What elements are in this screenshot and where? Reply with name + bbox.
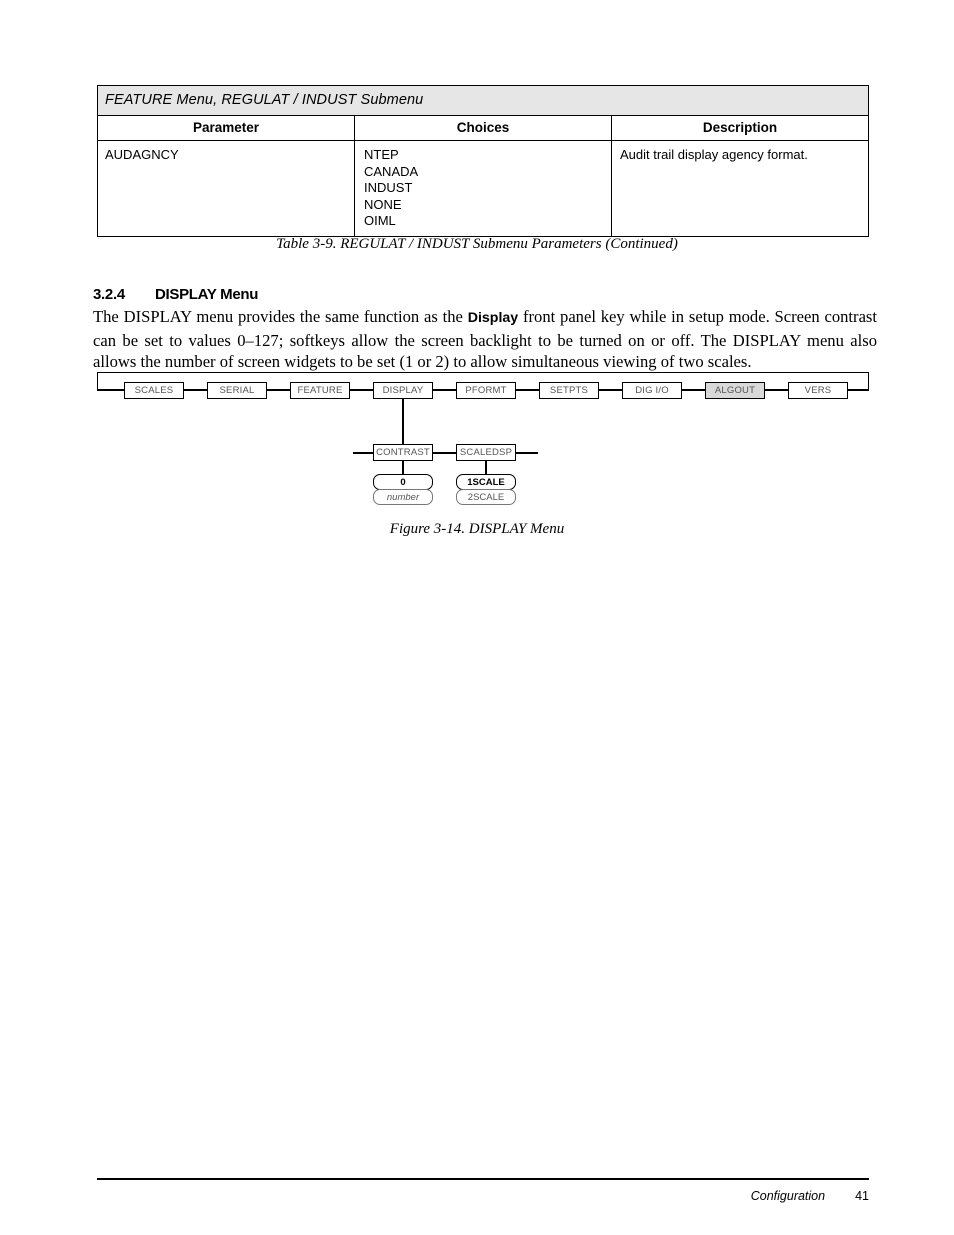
value-box-contrast-number[interactable]: number: [373, 489, 433, 505]
choice-item: NTEP: [364, 147, 399, 162]
diagram-right-end-drop: [867, 372, 869, 390]
menu-box-setpts[interactable]: SETPTS: [539, 381, 599, 399]
choice-item: INDUST: [364, 180, 413, 196]
menu-box-contrast[interactable]: CONTRAST: [373, 444, 433, 461]
figure-caption: Figure 3-14. DISPLAY Menu: [389, 521, 565, 537]
menu-box-display[interactable]: DISPLAY: [373, 381, 433, 399]
cell-description: Audit trail display agency format.: [611, 140, 869, 237]
section-number: 3.2.4: [93, 286, 125, 303]
cell-parameter: AUDAGNCY: [97, 140, 355, 237]
choice-item: OIML: [364, 213, 396, 229]
menu-box-vers[interactable]: VERS: [788, 381, 848, 399]
menu-box-scales[interactable]: SCALES: [124, 381, 184, 399]
diagram-scaledsp-branch-line: [485, 461, 487, 475]
diagram-top-bus-line: [97, 372, 869, 374]
table-title-row: FEATURE Menu, REGULAT / INDUST Submenu: [97, 85, 869, 116]
choice-item: NONE: [364, 196, 402, 212]
column-header-choices: Choices: [354, 115, 612, 141]
table-row: AUDAGNCY NTEP CANADA INDUST NONE OIML Au…: [97, 140, 869, 237]
value-box-contrast-default[interactable]: 0: [373, 474, 433, 490]
parameter-table: FEATURE Menu, REGULAT / INDUST Submenu P…: [97, 85, 869, 237]
menu-box-feature[interactable]: FEATURE: [290, 381, 350, 399]
table-title: FEATURE Menu, REGULAT / INDUST Submenu: [97, 85, 869, 116]
diagram-left-end-drop: [97, 372, 99, 390]
footer-section-label: Configuration: [750, 1189, 826, 1203]
value-box-scaledsp-2scale[interactable]: 2SCALE: [456, 489, 516, 505]
page-footer: Configuration 41: [97, 1189, 869, 1203]
footer-page-number: 41: [855, 1189, 869, 1203]
table-caption: Table 3-9. REGULAT / INDUST Submenu Para…: [276, 236, 678, 252]
column-header-parameter: Parameter: [97, 115, 355, 141]
column-header-description: Description: [611, 115, 869, 141]
section-title: DISPLAY Menu: [155, 286, 259, 303]
document-page: FEATURE Menu, REGULAT / INDUST Submenu P…: [0, 0, 954, 1235]
value-box-scaledsp-1scale[interactable]: 1SCALE: [456, 474, 516, 490]
menu-box-serial[interactable]: SERIAL: [207, 381, 267, 399]
footer-divider: [97, 1178, 869, 1180]
paragraph-text-before: The DISPLAY menu provides the same funct…: [93, 307, 468, 326]
choice-item: CANADA: [364, 163, 419, 179]
menu-box-scaledsp[interactable]: SCALEDSP: [456, 444, 516, 461]
menu-box-dig-io[interactable]: DIG I/O: [622, 381, 682, 399]
table-header-row: Parameter Choices Description: [97, 115, 869, 141]
cell-choices: NTEP CANADA INDUST NONE OIML: [354, 140, 612, 237]
display-menu-diagram: SCALES SERIAL FEATURE DISPLAY PFORMT SET…: [97, 372, 869, 512]
diagram-contrast-branch-line: [402, 461, 404, 475]
section-paragraph: The DISPLAY menu provides the same funct…: [93, 306, 877, 373]
section-heading: 3.2.4 DISPLAY Menu: [93, 286, 258, 303]
paragraph-key-reference: Display: [467, 310, 519, 326]
menu-box-pformt[interactable]: PFORMT: [456, 381, 516, 399]
menu-box-algout[interactable]: ALGOUT: [705, 381, 765, 399]
